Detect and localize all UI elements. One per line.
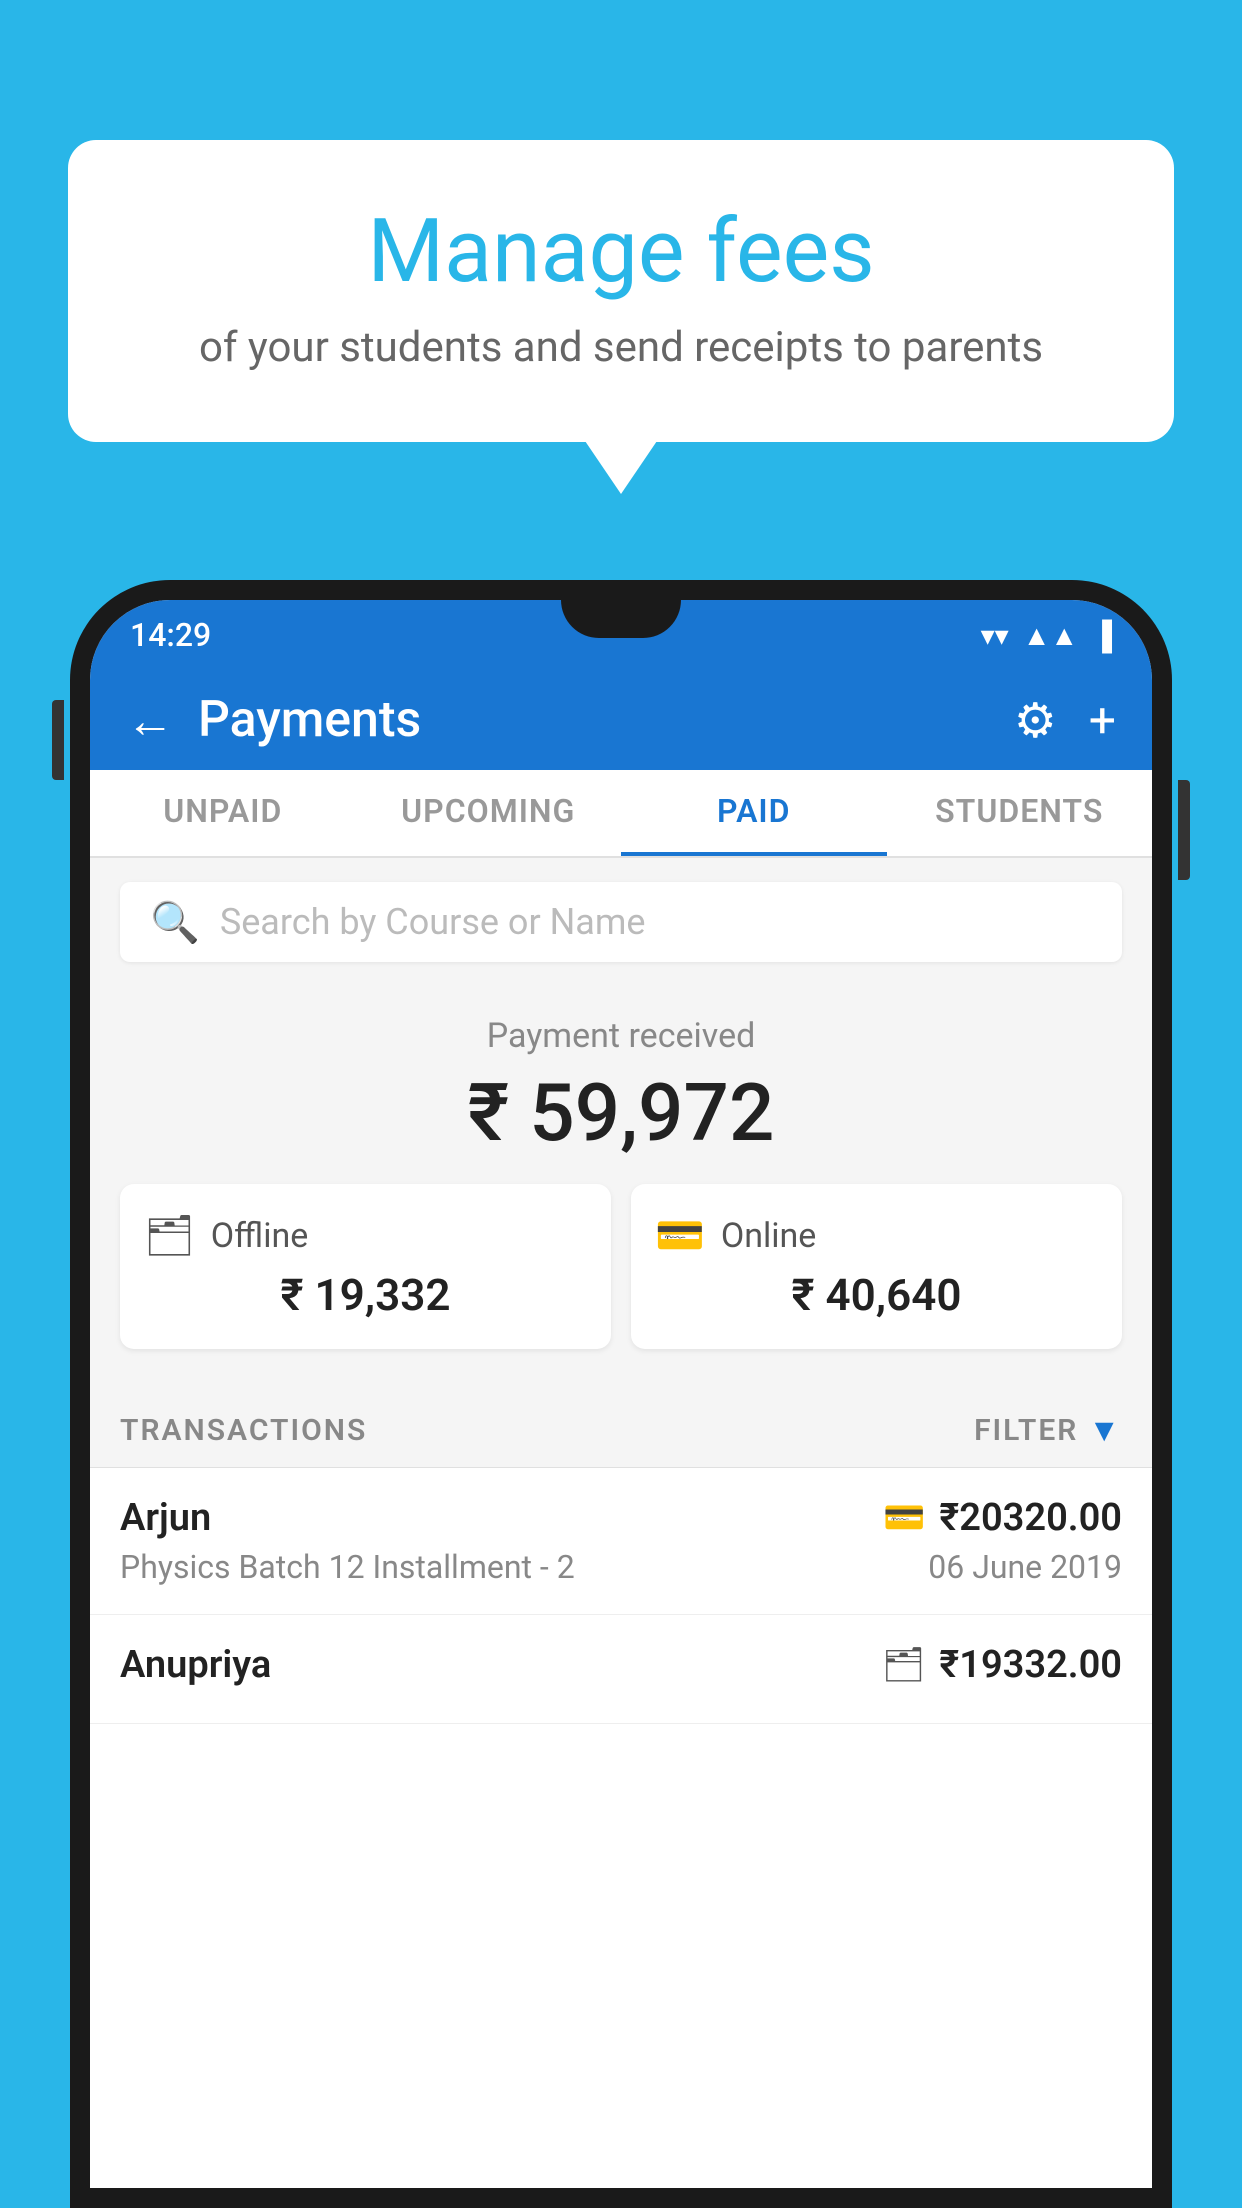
- settings-button[interactable]: ⚙: [1014, 692, 1057, 749]
- page-title: Payments: [198, 691, 1014, 749]
- transaction-name-2: Anupriya: [120, 1643, 271, 1687]
- filter-icon: ▼: [1088, 1411, 1122, 1449]
- notch: [561, 600, 681, 638]
- tab-paid[interactable]: PAID: [621, 770, 887, 856]
- status-bar: 14:29 ▾▾ ▲▲ ▐: [90, 600, 1152, 670]
- transaction-row1: Arjun 💳 ₹20320.00: [120, 1496, 1122, 1540]
- transaction-item-arjun[interactable]: Arjun 💳 ₹20320.00 Physics Batch 12 Insta…: [90, 1468, 1152, 1615]
- transactions-header: TRANSACTIONS FILTER ▼: [90, 1393, 1152, 1468]
- filter-button[interactable]: FILTER ▼: [974, 1411, 1122, 1449]
- offline-label: Offline: [211, 1216, 308, 1256]
- transaction-amount-2: ₹19332.00: [939, 1643, 1122, 1687]
- transaction-amount-row-2: 🗂 ₹19332.00: [882, 1643, 1122, 1687]
- tab-upcoming[interactable]: UPCOMING: [356, 770, 622, 856]
- transaction-row2: Physics Batch 12 Installment - 2 06 June…: [120, 1548, 1122, 1586]
- status-time: 14:29: [130, 616, 211, 654]
- transaction-amount-row-1: 💳 ₹20320.00: [883, 1496, 1122, 1540]
- payment-total-amount: ₹ 59,972: [120, 1066, 1122, 1160]
- online-amount: ₹ 40,640: [655, 1269, 1098, 1321]
- transaction-item-anupriya[interactable]: Anupriya 🗂 ₹19332.00: [90, 1615, 1152, 1724]
- back-button[interactable]: ←: [126, 692, 174, 749]
- volume-button: [52, 700, 64, 780]
- wifi-icon: ▾▾: [981, 619, 1009, 652]
- tab-unpaid[interactable]: UNPAID: [90, 770, 356, 856]
- tab-students[interactable]: STUDENTS: [887, 770, 1153, 856]
- transaction-amount-1: ₹20320.00: [939, 1496, 1122, 1540]
- top-bar: ← Payments ⚙ +: [90, 670, 1152, 770]
- online-card: 💳 Online ₹ 40,640: [631, 1184, 1122, 1349]
- transaction-name-1: Arjun: [120, 1496, 211, 1540]
- payment-method-cards: 🗂 Offline ₹ 19,332 💳 Online ₹ 40,640: [120, 1184, 1122, 1373]
- top-bar-actions: ⚙ +: [1014, 692, 1116, 749]
- speech-bubble: Manage fees of your students and send re…: [68, 140, 1174, 442]
- filter-text: FILTER: [974, 1413, 1078, 1448]
- payment-summary: Payment received ₹ 59,972 🗂 Offline ₹ 19…: [90, 986, 1152, 1393]
- transaction-row1-2: Anupriya 🗂 ₹19332.00: [120, 1643, 1122, 1687]
- phone-screen: 14:29 ▾▾ ▲▲ ▐ ← Payments ⚙ + UNPAID UPCO…: [90, 600, 1152, 2188]
- offline-icon: 🗂: [144, 1212, 195, 1259]
- payment-received-label: Payment received: [120, 1016, 1122, 1056]
- tab-bar: UNPAID UPCOMING PAID STUDENTS: [90, 770, 1152, 858]
- add-button[interactable]: +: [1089, 692, 1116, 749]
- offline-card: 🗂 Offline ₹ 19,332: [120, 1184, 611, 1349]
- phone-frame: 14:29 ▾▾ ▲▲ ▐ ← Payments ⚙ + UNPAID UPCO…: [70, 580, 1172, 2208]
- online-label: Online: [721, 1216, 817, 1256]
- signal-icon: ▲▲: [1023, 619, 1078, 652]
- transaction-type-icon-1: 💳: [883, 1498, 925, 1538]
- power-button: [1178, 780, 1190, 880]
- search-container: 🔍 Search by Course or Name: [90, 858, 1152, 986]
- battery-icon: ▐: [1092, 619, 1112, 652]
- online-icon: 💳: [655, 1212, 705, 1259]
- transaction-date-1: 06 June 2019: [928, 1548, 1122, 1586]
- status-icons: ▾▾ ▲▲ ▐: [981, 619, 1112, 652]
- speech-bubble-subtitle: of your students and send receipts to pa…: [118, 323, 1124, 372]
- online-card-header: 💳 Online: [655, 1212, 1098, 1259]
- search-icon: 🔍: [150, 899, 200, 946]
- transactions-label: TRANSACTIONS: [120, 1413, 367, 1448]
- transaction-course-1: Physics Batch 12 Installment - 2: [120, 1548, 575, 1586]
- transaction-type-icon-2: 🗂: [882, 1645, 925, 1685]
- search-bar[interactable]: 🔍 Search by Course or Name: [120, 882, 1122, 962]
- offline-amount: ₹ 19,332: [144, 1269, 587, 1321]
- speech-bubble-title: Manage fees: [118, 200, 1124, 303]
- search-input[interactable]: Search by Course or Name: [220, 901, 646, 943]
- offline-card-header: 🗂 Offline: [144, 1212, 587, 1259]
